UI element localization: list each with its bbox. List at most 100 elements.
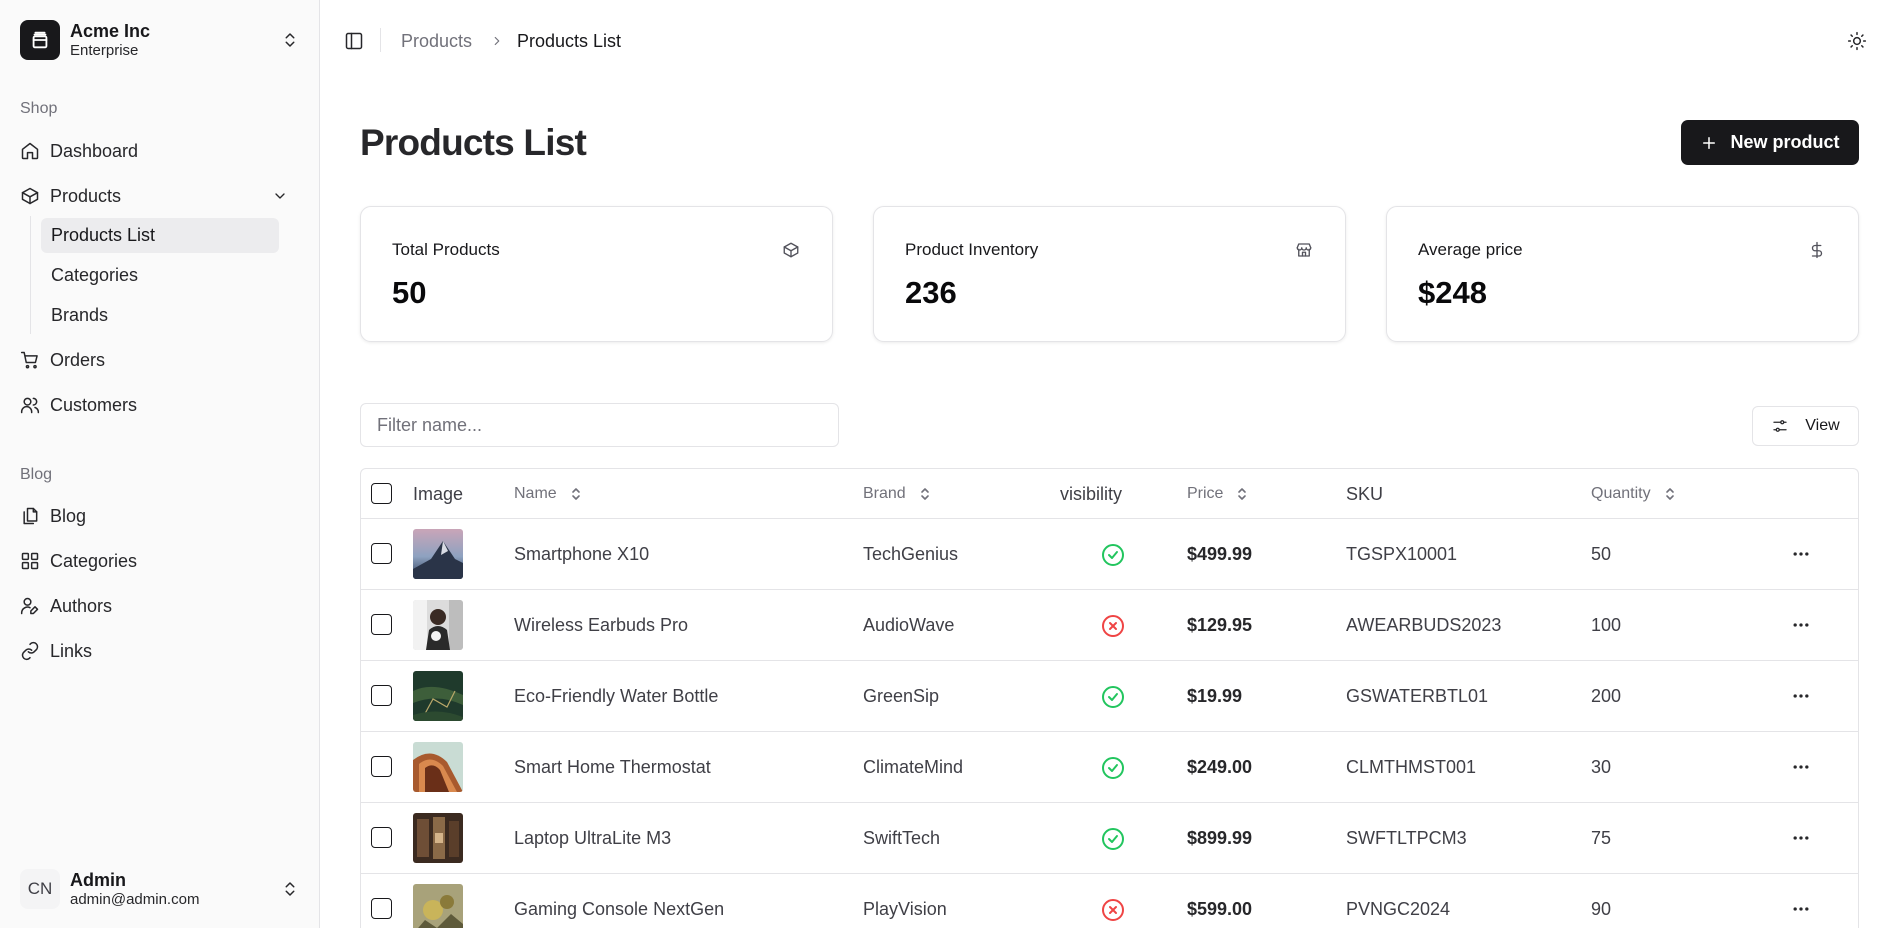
stat-title: Total Products	[392, 240, 500, 259]
product-brand: SwiftTech	[863, 827, 941, 848]
product-price: $499.99	[1187, 543, 1253, 564]
sidebar-item-customers[interactable]: Customers	[20, 389, 280, 421]
check-circle-icon	[1101, 685, 1125, 709]
row-checkbox[interactable]	[371, 898, 392, 919]
product-name[interactable]: Eco-Friendly Water Bottle	[514, 661, 718, 731]
more-horizontal-icon[interactable]	[1791, 615, 1811, 635]
product-quantity: 50	[1591, 543, 1612, 564]
sidebar-item-links[interactable]: Links	[20, 635, 280, 667]
sidebar-toggle-icon[interactable]	[342, 29, 366, 53]
shopping-cart-icon	[20, 350, 40, 370]
x-circle-icon	[1101, 898, 1125, 922]
more-horizontal-icon[interactable]	[1791, 544, 1811, 564]
stat-title: Average price	[1418, 240, 1523, 259]
product-name[interactable]: Wireless Earbuds Pro	[514, 590, 688, 660]
sun-icon[interactable]	[1845, 29, 1869, 53]
table-row[interactable]: Wireless Earbuds Pro AudioWave $129.95 A…	[361, 590, 1858, 661]
product-name[interactable]: Smartphone X10	[514, 519, 649, 589]
package-icon	[781, 240, 801, 260]
row-checkbox[interactable]	[371, 614, 392, 635]
avatar: CN	[20, 869, 60, 909]
files-icon	[20, 506, 40, 526]
more-horizontal-icon[interactable]	[1791, 757, 1811, 777]
shop-group-label: Shop	[20, 100, 58, 117]
select-all-checkbox[interactable]	[371, 483, 392, 504]
product-brand: PlayVision	[863, 898, 947, 919]
stat-value: $248	[1418, 275, 1487, 310]
user-menu[interactable]: CN Admin admin@admin.com	[20, 868, 300, 910]
blog-group-label: Blog	[20, 466, 53, 483]
column-header-price[interactable]: Price	[1187, 469, 1249, 519]
sidebar-subitem-brands[interactable]: Brands	[41, 298, 279, 333]
sidebar-item-label: Dashboard	[50, 140, 139, 161]
product-price: $129.95	[1187, 614, 1253, 635]
sidebar-item-label: Authors	[50, 595, 113, 616]
table-row[interactable]: Smart Home Thermostat ClimateMind $249.0…	[361, 732, 1858, 803]
sidebar-item-dashboard[interactable]: Dashboard	[20, 135, 280, 167]
stat-card-total-products: Total Products 50	[360, 206, 833, 342]
products-table: Image Name Brand visibility Price SKU Qu…	[360, 468, 1859, 928]
column-label: Price	[1187, 485, 1224, 502]
product-name[interactable]: Gaming Console NextGen	[514, 874, 724, 928]
new-product-button[interactable]: New product	[1681, 120, 1859, 165]
product-sku: PVNGC2024	[1346, 898, 1451, 919]
sidebar-item-blog-categories[interactable]: Categories	[20, 545, 280, 577]
sort-icon	[1235, 485, 1249, 503]
new-product-label: New product	[1730, 132, 1840, 152]
column-header-brand[interactable]: Brand	[863, 469, 932, 519]
sort-icon	[1663, 485, 1677, 503]
sidebar-item-label: Customers	[50, 394, 138, 415]
breadcrumb-products[interactable]: Products	[401, 29, 472, 53]
product-image	[413, 671, 463, 721]
users-icon	[20, 395, 40, 415]
product-brand: ClimateMind	[863, 756, 964, 777]
more-horizontal-icon[interactable]	[1791, 828, 1811, 848]
chevron-down-icon[interactable]	[270, 186, 290, 206]
check-circle-icon	[1101, 756, 1125, 780]
product-brand: GreenSip	[863, 685, 940, 706]
row-checkbox[interactable]	[371, 543, 392, 564]
sidebar-subitem-products-list[interactable]: Products List	[41, 218, 279, 253]
sidebar-item-blog[interactable]: Blog	[20, 500, 280, 532]
product-quantity: 200	[1591, 685, 1622, 706]
column-header-quantity[interactable]: Quantity	[1591, 469, 1677, 519]
row-checkbox[interactable]	[371, 756, 392, 777]
row-checkbox[interactable]	[371, 827, 392, 848]
stat-card-inventory: Product Inventory 236	[873, 206, 1346, 342]
more-horizontal-icon[interactable]	[1791, 899, 1811, 919]
column-header-name[interactable]: Name	[514, 469, 583, 519]
view-options-button[interactable]: View	[1752, 406, 1859, 446]
stat-title: Product Inventory	[905, 240, 1039, 259]
plus-icon	[1700, 134, 1718, 152]
table-row[interactable]: Smartphone X10 TechGenius $499.99 TGSPX1…	[361, 519, 1858, 590]
table-row[interactable]: Laptop UltraLite M3 SwiftTech $899.99 SW…	[361, 803, 1858, 874]
table-row[interactable]: Eco-Friendly Water Bottle GreenSip $19.9…	[361, 661, 1858, 732]
sidebar: Acme Inc Enterprise Shop Dashboard Produ…	[0, 0, 320, 928]
sidebar-item-products[interactable]: Products	[20, 180, 285, 212]
sidebar-item-orders[interactable]: Orders	[20, 344, 280, 376]
column-header-visibility: visibility	[1060, 483, 1123, 504]
filter-name-input[interactable]	[360, 403, 839, 447]
product-quantity: 30	[1591, 756, 1612, 777]
product-brand: TechGenius	[863, 543, 959, 564]
table-row[interactable]: Gaming Console NextGen PlayVision $599.0…	[361, 874, 1858, 928]
product-image	[413, 742, 463, 792]
product-price: $899.99	[1187, 827, 1253, 848]
product-sku: AWEARBUDS2023	[1346, 614, 1502, 635]
row-checkbox[interactable]	[371, 685, 392, 706]
team-switcher[interactable]: Acme Inc Enterprise	[20, 19, 300, 61]
more-horizontal-icon[interactable]	[1791, 686, 1811, 706]
chevron-right-icon	[489, 31, 505, 51]
product-sku: GSWATERBTL01	[1346, 685, 1489, 706]
header-divider	[380, 28, 381, 52]
column-label: Brand	[863, 485, 906, 502]
sidebar-subitem-categories[interactable]: Categories	[41, 258, 279, 293]
column-header-image: Image	[413, 483, 464, 504]
view-label: View	[1805, 417, 1840, 434]
product-name[interactable]: Smart Home Thermostat	[514, 732, 711, 802]
sidebar-item-label: Blog	[50, 505, 87, 526]
sidebar-item-authors[interactable]: Authors	[20, 590, 280, 622]
product-name[interactable]: Laptop UltraLite M3	[514, 803, 671, 873]
product-price: $599.00	[1187, 898, 1253, 919]
link-icon	[20, 641, 40, 661]
